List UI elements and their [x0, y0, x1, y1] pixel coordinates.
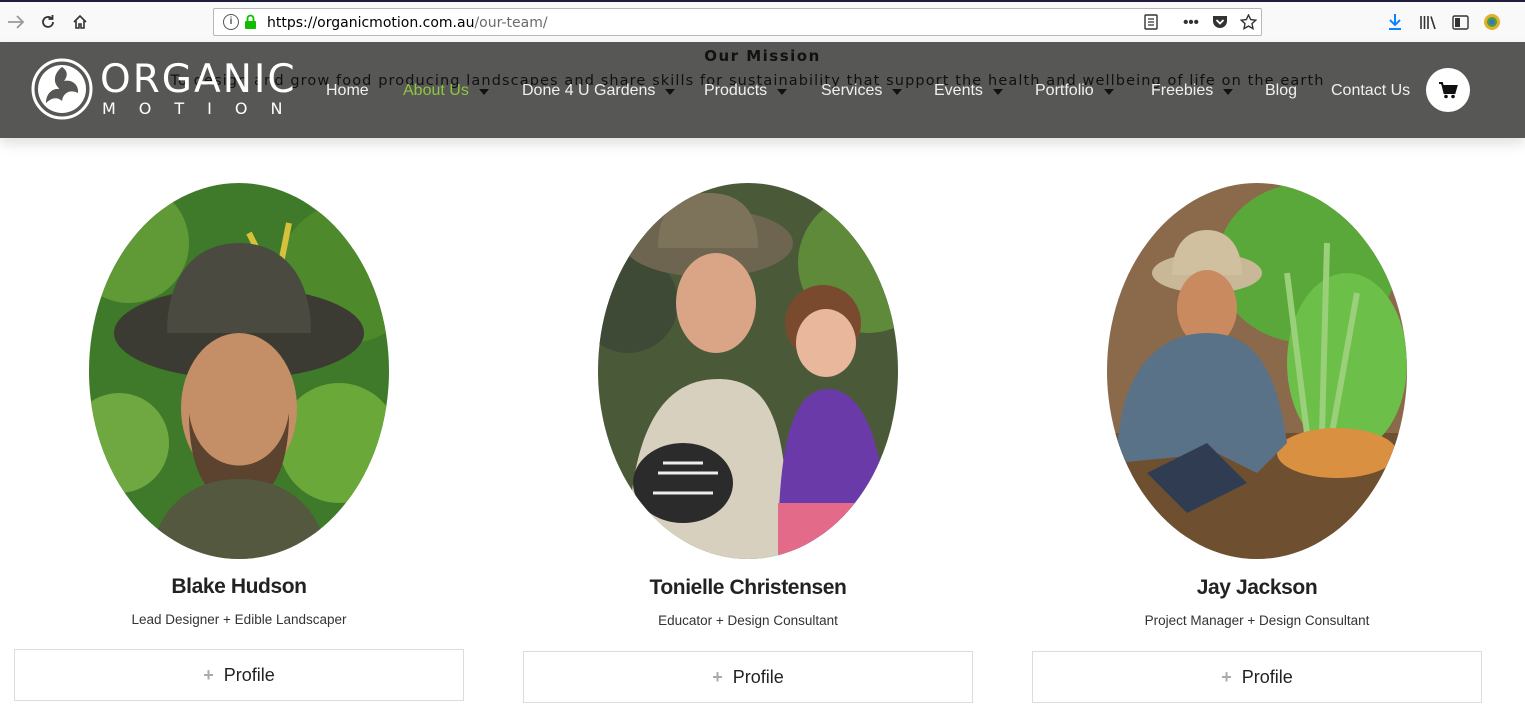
browser-toolbar: i https://organicmotion.com.au/our-team/… [0, 0, 1525, 42]
nav-services[interactable]: Services [821, 82, 903, 100]
profile-button[interactable]: + Profile [1032, 651, 1482, 703]
nav-blog[interactable]: Blog [1265, 82, 1297, 100]
nav-done-4-u-gardens[interactable]: Done 4 U Gardens [522, 82, 676, 100]
nav-label: Freebies [1151, 82, 1214, 99]
profile-button-label: Profile [223, 664, 275, 685]
url-text[interactable]: https://organicmotion.com.au/our-team/ [267, 15, 548, 31]
chevron-down-icon [992, 89, 1003, 95]
team-photo-tonielle-christensen [598, 183, 898, 559]
nav-label: About Us [403, 82, 469, 99]
library-icon[interactable] [1417, 11, 1439, 33]
sidebar-icon[interactable] [1449, 11, 1471, 33]
cart-button[interactable] [1426, 68, 1470, 112]
team-member-role: Educator + Design Consultant [658, 613, 838, 628]
address-bar[interactable]: i https://organicmotion.com.au/our-team/… [213, 8, 1262, 36]
url-path: /our-team/ [474, 15, 548, 31]
bookmark-star-icon[interactable] [1238, 13, 1258, 31]
site-header: Our Mission To design and grow food prod… [0, 42, 1525, 138]
nav-freebies[interactable]: Freebies [1151, 82, 1234, 100]
chevron-down-icon [1103, 89, 1114, 95]
plus-icon: + [1221, 666, 1232, 687]
profile-button-label: Profile [1241, 666, 1293, 687]
nav-about-us[interactable]: About Us [403, 82, 489, 100]
team-photo-jay-jackson [1107, 183, 1407, 559]
team-member-role: Lead Designer + Edible Landscaper [131, 612, 347, 627]
logo-wordmark: ORGANIC [100, 57, 297, 102]
reader-view-icon[interactable] [1141, 13, 1161, 31]
nav-label: Portfolio [1035, 82, 1094, 99]
nav-label: Events [934, 82, 983, 99]
nav-portfolio[interactable]: Portfolio [1035, 82, 1114, 100]
plus-icon: + [712, 666, 723, 687]
profile-button[interactable]: + Profile [14, 649, 464, 701]
profile-button[interactable]: + Profile [523, 651, 973, 703]
team-member-name: Jay Jackson [1196, 576, 1318, 599]
nav-contact-us[interactable]: Contact Us [1331, 82, 1410, 100]
chevron-down-icon [777, 89, 788, 95]
nav-label: Done 4 U Gardens [522, 82, 656, 99]
team-member-name: Blake Hudson [171, 575, 307, 598]
lock-icon[interactable] [244, 14, 257, 35]
nav-label: Products [704, 82, 768, 99]
nav-events[interactable]: Events [934, 82, 1003, 100]
nav-label: Services [821, 82, 883, 99]
logo-emblem-icon [31, 58, 93, 120]
download-icon[interactable] [1384, 11, 1406, 33]
back-arrow-icon[interactable] [5, 11, 27, 33]
url-host: https://organicmotion.com.au [267, 15, 475, 31]
nav-home[interactable]: Home [326, 82, 369, 100]
team-photo-blake-hudson [89, 183, 389, 559]
shopping-cart-icon [1439, 82, 1458, 99]
reload-icon[interactable] [37, 11, 59, 33]
profile-button-label: Profile [732, 666, 784, 687]
pocket-icon[interactable] [1210, 13, 1230, 31]
nav-label: Blog [1265, 82, 1298, 99]
chevron-down-icon [478, 89, 489, 95]
nav-products[interactable]: Products [704, 82, 788, 100]
chevron-down-icon [1223, 89, 1234, 95]
extension-icon[interactable] [1481, 11, 1503, 33]
team-member-name: Tonielle Christensen [649, 576, 847, 599]
home-icon[interactable] [69, 11, 91, 33]
chevron-down-icon [665, 89, 676, 95]
more-actions-icon[interactable]: ••• [1181, 13, 1201, 31]
info-icon[interactable]: i [223, 14, 239, 30]
chevron-down-icon [892, 89, 903, 95]
plus-icon: + [203, 664, 214, 685]
logo-subtitle: MOTION [102, 99, 306, 118]
nav-label: Home [326, 82, 369, 99]
nav-label: Contact Us [1331, 82, 1411, 99]
team-member-role: Project Manager + Design Consultant [1144, 613, 1370, 628]
